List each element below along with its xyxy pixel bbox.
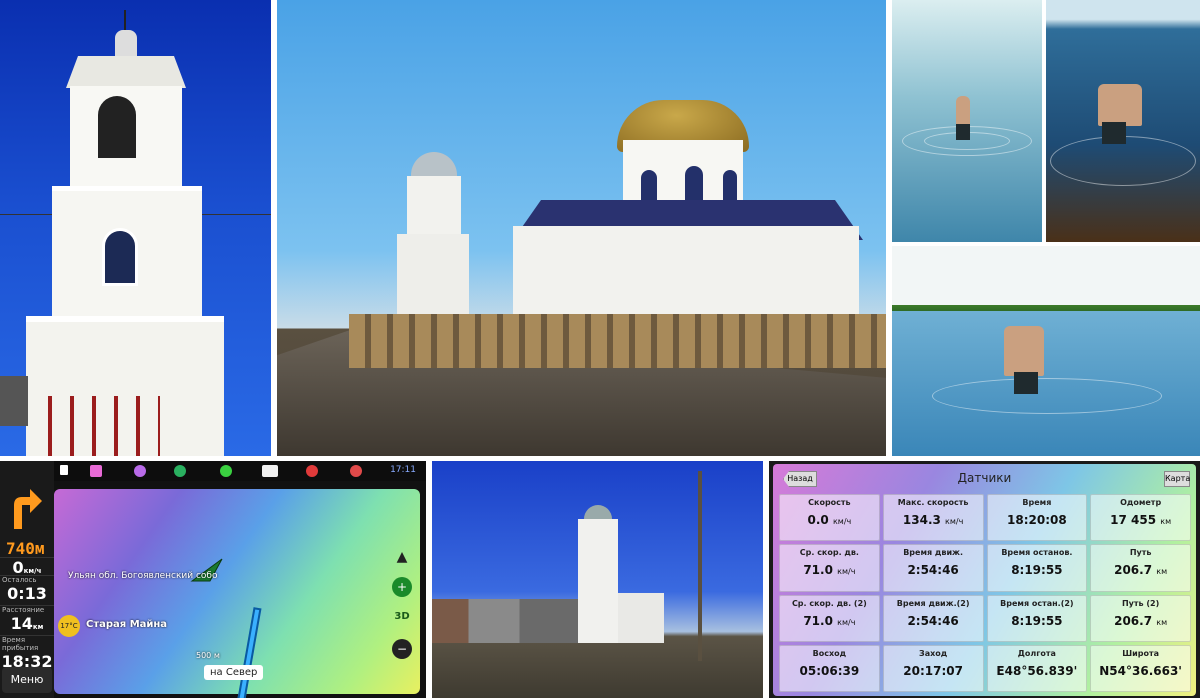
church-belltower-base: [397, 234, 469, 326]
village-houses: [432, 599, 578, 643]
neighbor-roof: [0, 376, 28, 426]
sensor-cell: Путь 206.7 км: [1090, 544, 1191, 592]
tower-window: [102, 228, 138, 286]
scale-label: 500 м: [196, 651, 220, 660]
sensor-cell: Время движ. 2:54:46: [882, 544, 984, 592]
bell-tower-photo: [0, 0, 271, 456]
status-bar: 17:11: [54, 461, 426, 481]
place-label: Ульян обл. Богоявленский собо: [68, 571, 218, 581]
sensor-cell: Ср. скор. дв. (2) 71.0 км/ч: [779, 594, 880, 642]
bather-figure: [1098, 84, 1142, 126]
nav-map[interactable]: Ульян обл. Богоявленский собо 17°C Стара…: [54, 489, 420, 698]
remaining-time-value: 0:13: [7, 584, 47, 603]
drum-window: [685, 166, 703, 202]
belfry-arch: [98, 96, 136, 158]
battery-icon: [262, 465, 278, 477]
photo-collage: 740м 0км/ч Осталось 0:13 Расстояние 14км…: [0, 0, 1200, 698]
sensor-cell: Одометр 17 455 км: [1090, 494, 1191, 542]
bather-shorts: [1102, 122, 1126, 144]
cross-icon: [124, 10, 132, 32]
water-ripple: [932, 378, 1162, 414]
arrival-time-label: Время прибытия: [2, 636, 39, 652]
navigator-screen: 740м 0км/ч Осталось 0:13 Расстояние 14км…: [0, 461, 426, 698]
record-icon: [306, 465, 318, 477]
sensor-cell: Скорость 0.0 км/ч: [779, 494, 880, 542]
distance-to-turn: 740м: [6, 539, 45, 558]
sensor-cell: Заход 20:17:07: [882, 644, 984, 692]
sensors-panel: Датчики Назад Карта Скорость 0.0 км/ч Мак…: [773, 464, 1196, 696]
remaining-distance-value: 14км: [10, 614, 44, 633]
church-photo: [277, 0, 886, 456]
sensor-cell: Время 18:20:08: [986, 494, 1088, 542]
sensors-grid: Скорость 0.0 км/ч Макс. скорость 134.3 км/…: [779, 494, 1191, 692]
drum-window: [641, 170, 657, 202]
church-belltower-mid: [407, 176, 461, 236]
contact-icon: [134, 465, 146, 477]
sensor-cell: Долгота E48°56.839': [986, 644, 1088, 692]
brick-fence: [349, 314, 886, 368]
sensor-cell: Время движ.(2) 2:54:46: [882, 594, 984, 642]
remaining-distance-label: Расстояние: [2, 606, 45, 614]
back-button[interactable]: Назад: [783, 471, 817, 487]
sensor-cell: Широта N54°36.663': [1090, 644, 1191, 692]
direction-chip: на Север: [204, 665, 264, 680]
sensors-screen: Датчики Назад Карта Скорость 0.0 км/ч Мак…: [769, 461, 1200, 698]
speaker-icon: [60, 465, 68, 475]
utility-pole: [698, 471, 702, 661]
sensor-cell: Время останов. 8:19:55: [986, 544, 1088, 592]
sensor-cell: Восход 05:06:39: [779, 644, 880, 692]
mail-icon: [90, 465, 102, 477]
remaining-distance-block: Расстояние 14км: [0, 605, 54, 633]
bather-photo-walking: [1046, 0, 1200, 242]
bather-shorts: [1014, 372, 1038, 394]
sensor-cell: Путь (2) 206.7 км: [1090, 594, 1191, 642]
bather-photo-river: [892, 246, 1200, 456]
bather-figure: [1004, 326, 1044, 376]
sensor-cell: Макс. скорость 134.3 км/ч: [882, 494, 984, 542]
route-line: [234, 607, 262, 698]
notification-icon: [174, 465, 186, 477]
tower-roof: [66, 56, 186, 88]
remaining-time-label: Осталось: [2, 576, 37, 584]
bather-shorts: [956, 124, 970, 140]
sensors-title: Датчики: [957, 471, 1012, 485]
3d-toggle-button[interactable]: 3D: [392, 607, 412, 627]
arrival-time-block: Время прибытия 18:32: [0, 635, 54, 671]
zoom-out-button[interactable]: −: [392, 639, 412, 659]
red-poles: [30, 396, 160, 456]
sensor-cell: Ср. скор. дв. 71.0 км/ч: [779, 544, 880, 592]
church-tower: [578, 519, 618, 643]
town-label: Старая Майна: [86, 619, 168, 630]
nav-sidebar: 740м 0км/ч Осталось 0:13 Расстояние 14км…: [0, 461, 54, 698]
sensor-cell: Время остан.(2) 8:19:55: [986, 594, 1088, 642]
alert-icon: [350, 465, 362, 477]
tower-cupola: [115, 30, 137, 56]
gps-icon: [220, 465, 232, 477]
church-body: [513, 226, 859, 326]
turn-right-arrow-icon: [14, 489, 42, 529]
remaining-time-block: Осталось 0:13: [0, 575, 54, 603]
clock: 17:11: [390, 465, 416, 475]
church-street-photo: [432, 461, 763, 698]
temperature-badge: 17°C: [58, 615, 80, 637]
map-button[interactable]: Карта: [1164, 471, 1190, 487]
bather-photo-far: [892, 0, 1042, 242]
bather-figure: [956, 96, 970, 126]
drum-window: [723, 170, 737, 202]
warning-icon[interactable]: ▲: [392, 547, 412, 567]
church-building: [618, 593, 664, 643]
zoom-in-button[interactable]: +: [392, 577, 412, 597]
speed-block: 0км/ч: [0, 557, 54, 577]
menu-button[interactable]: Меню: [2, 667, 52, 693]
